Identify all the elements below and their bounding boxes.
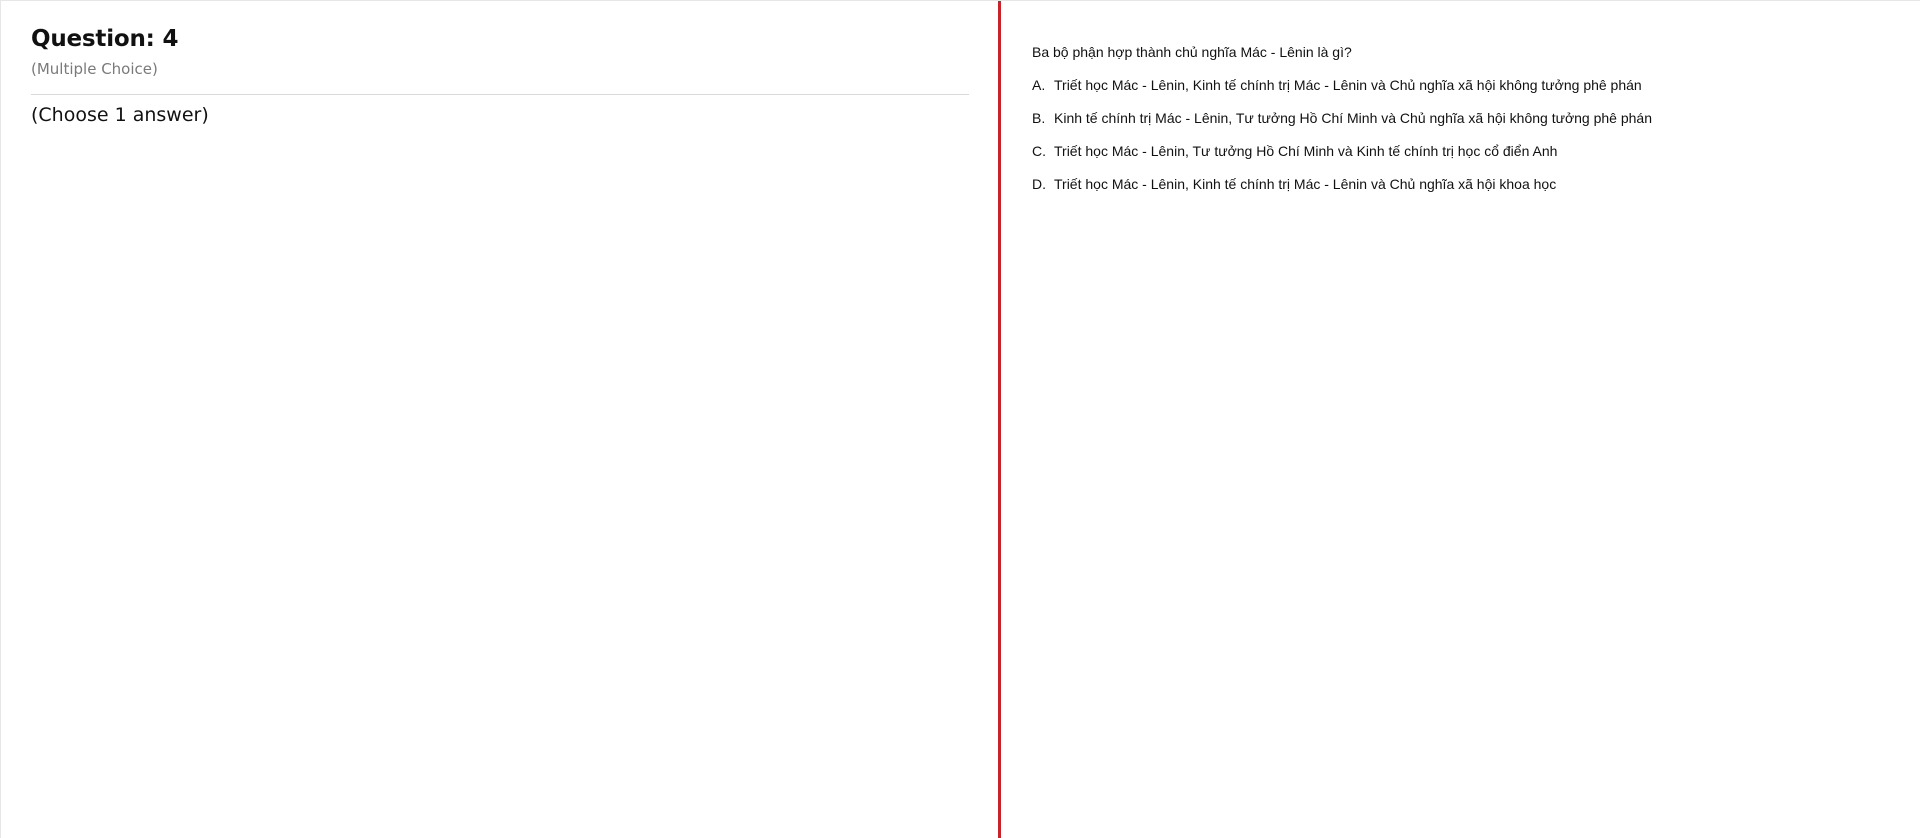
answer-instruction: (Choose 1 answer) [31, 104, 209, 126]
option-text: Kinh tế chính trị Mác - Lênin, Tư tưởng … [1054, 110, 1653, 126]
question-type: (Multiple Choice) [31, 60, 158, 78]
option-letter: B. [1032, 110, 1046, 126]
question-title: Question: 4 [31, 26, 179, 52]
option-text: Triết học Mác - Lênin, Kinh tế chính trị… [1054, 176, 1557, 192]
option-letter: C. [1032, 143, 1046, 159]
question-prompt: Ba bộ phận hợp thành chủ nghĩa Mác - Lên… [1032, 44, 1352, 60]
option-text: Triết học Mác - Lênin, Tư tưởng Hồ Chí M… [1054, 143, 1558, 159]
answer-option-b[interactable]: B. Kinh tế chính trị Mác - Lênin, Tư tưở… [1032, 110, 1652, 143]
answer-options-list: A. Triết học Mác - Lênin, Kinh tế chính … [1032, 77, 1652, 209]
header-divider [31, 94, 969, 95]
answer-option-d[interactable]: D. Triết học Mác - Lênin, Kinh tế chính … [1032, 176, 1652, 209]
answer-option-a[interactable]: A. Triết học Mác - Lênin, Kinh tế chính … [1032, 77, 1652, 110]
app-frame: Question: 4 (Multiple Choice) (Choose 1 … [0, 0, 1920, 838]
question-info-pane: Question: 4 (Multiple Choice) (Choose 1 … [1, 1, 998, 838]
option-letter: A. [1032, 77, 1046, 93]
option-letter: D. [1032, 176, 1046, 192]
option-text: Triết học Mác - Lênin, Kinh tế chính trị… [1054, 77, 1642, 93]
answer-option-c[interactable]: C. Triết học Mác - Lênin, Tư tưởng Hồ Ch… [1032, 143, 1652, 176]
question-content-pane: Ba bộ phận hợp thành chủ nghĩa Mác - Lên… [1001, 1, 1920, 838]
